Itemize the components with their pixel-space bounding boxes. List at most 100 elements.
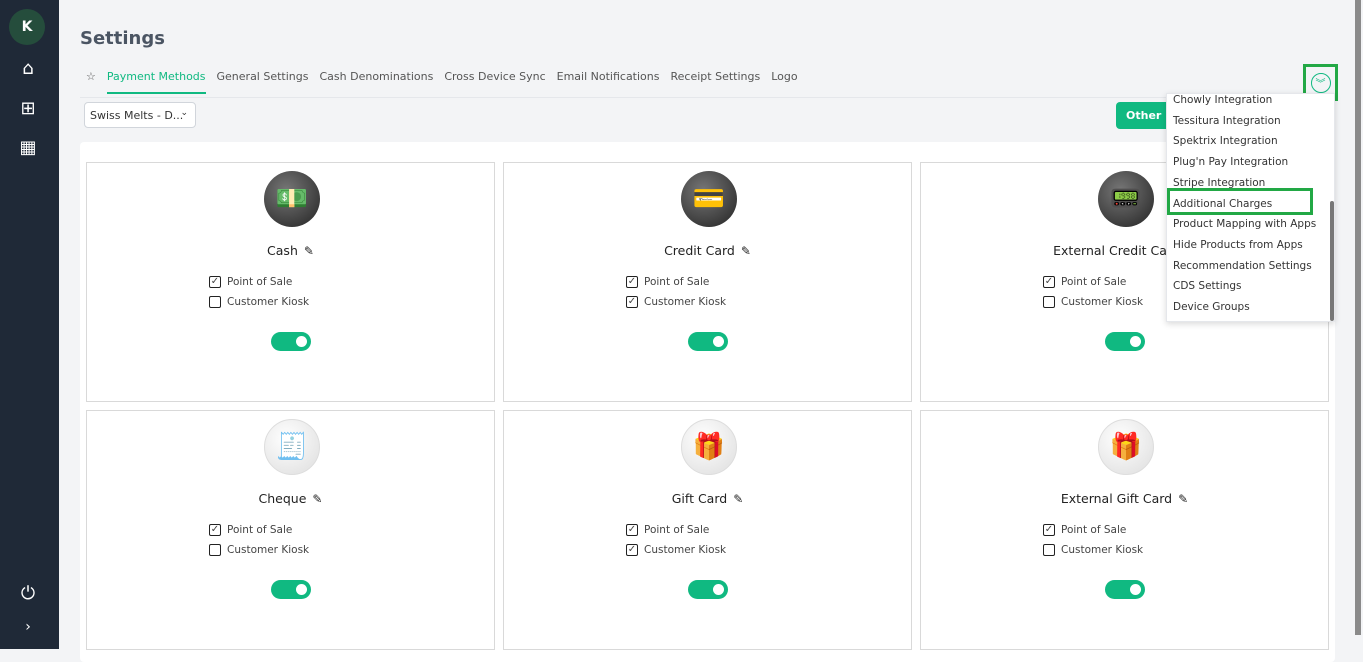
edit-icon[interactable]: ✎	[312, 492, 322, 506]
edit-icon[interactable]: ✎	[304, 244, 314, 258]
star-icon[interactable]: ☆	[86, 70, 96, 94]
page-scrollbar[interactable]	[1355, 0, 1361, 635]
payment-method-image: 🎁	[681, 419, 737, 475]
checkbox[interactable]	[209, 296, 221, 308]
chevron-down-icon: ⌄	[180, 108, 188, 118]
payment-method-name: Gift Card	[671, 491, 728, 506]
checkbox[interactable]: ✓	[626, 524, 638, 536]
tab-cash-denominations[interactable]: Cash Denominations	[319, 70, 433, 94]
kiosk-label: Customer Kiosk	[1061, 296, 1144, 308]
kiosk-checkbox[interactable]: Customer Kiosk	[1043, 296, 1143, 308]
tab-payment-methods[interactable]: Payment Methods	[106, 70, 206, 94]
checkbox[interactable]	[209, 544, 221, 556]
tab-email-notifications[interactable]: Email Notifications	[557, 70, 660, 94]
payment-methods-panel: 💵 Cash ✎ ✓ Point of Sale Customer Kiosk 💳 …	[80, 142, 1335, 662]
kiosk-label: Customer Kiosk	[644, 296, 727, 308]
pos-checkbox[interactable]: ✓ Point of Sale	[1043, 276, 1126, 288]
enable-toggle[interactable]	[688, 332, 728, 351]
payment-method-name: Cheque	[258, 491, 307, 506]
dropdown-item[interactable]: Hide Products from Apps	[1173, 239, 1303, 251]
tab-receipt-settings[interactable]: Receipt Settings	[671, 70, 761, 94]
page-title: Settings	[80, 28, 165, 49]
payment-method-image: 📟	[1098, 171, 1154, 227]
pos-checkbox[interactable]: ✓ Point of Sale	[209, 524, 292, 536]
avatar[interactable]: K	[9, 9, 45, 45]
store-select[interactable]: Swiss Melts - D... ⌄	[84, 102, 196, 128]
payment-method-image: 🧾	[264, 419, 320, 475]
dropdown-item[interactable]: Stripe Integration	[1173, 177, 1265, 189]
payment-method-name: External Gift Card	[1060, 491, 1173, 506]
kiosk-checkbox[interactable]: Customer Kiosk	[209, 296, 309, 308]
dropdown-item[interactable]: Chowly Integration	[1173, 94, 1272, 106]
dropdown-item[interactable]: Spektrix Integration	[1173, 135, 1278, 147]
pos-checkbox[interactable]: ✓ Point of Sale	[626, 524, 709, 536]
payment-method-card: 💵 Cash ✎ ✓ Point of Sale Customer Kiosk	[86, 162, 495, 402]
payment-method-card: 🎁 Gift Card ✎ ✓ Point of Sale ✓ Customer Ki…	[503, 410, 912, 650]
edit-icon[interactable]: ✎	[733, 492, 743, 506]
checkbox[interactable]: ✓	[1043, 276, 1055, 288]
dropdown-item[interactable]: Recommendation Settings	[1173, 260, 1312, 272]
enable-toggle[interactable]	[271, 580, 311, 599]
checkbox[interactable]: ✓	[209, 524, 221, 536]
enable-toggle[interactable]	[1105, 332, 1145, 351]
pos-checkbox[interactable]: ✓ Point of Sale	[1043, 524, 1126, 536]
dropdown-item[interactable]: Product Mapping with Apps	[1173, 218, 1316, 230]
kiosk-label: Customer Kiosk	[644, 544, 727, 556]
kiosk-checkbox[interactable]: ✓ Customer Kiosk	[626, 544, 726, 556]
payment-method-image: 🎁	[1098, 419, 1154, 475]
kiosk-checkbox[interactable]: ✓ Customer Kiosk	[626, 296, 726, 308]
dropdown-item[interactable]: Additional Charges	[1173, 198, 1272, 210]
kiosk-label: Customer Kiosk	[1061, 544, 1144, 556]
dropdown-item[interactable]: Plug'n Pay Integration	[1173, 156, 1288, 168]
pos-label: Point of Sale	[644, 524, 710, 536]
tab-cross-device-sync[interactable]: Cross Device Sync	[444, 70, 545, 94]
pos-label: Point of Sale	[1061, 276, 1127, 288]
more-tabs-dropdown: Chowly Integration Tessitura Integration S…	[1166, 93, 1335, 322]
store-select-value: Swiss Melts - D...	[90, 109, 184, 122]
payment-method-card: 🧾 Cheque ✎ ✓ Point of Sale Customer Kiosk	[86, 410, 495, 650]
power-icon[interactable]: ⏻	[17, 582, 39, 604]
pos-label: Point of Sale	[227, 524, 293, 536]
payment-method-card: 💳 Credit Card ✎ ✓ Point of Sale ✓ Customer …	[503, 162, 912, 402]
kiosk-label: Customer Kiosk	[227, 296, 310, 308]
checkbox[interactable]	[1043, 544, 1055, 556]
payment-method-card: 🎁 External Gift Card ✎ ✓ Point of Sale Cus…	[920, 410, 1329, 650]
dropdown-item[interactable]: Device Groups	[1173, 301, 1250, 313]
dropdown-scrollbar[interactable]	[1330, 201, 1334, 321]
payment-method-name: Cash	[267, 243, 298, 258]
checkbox[interactable]: ✓	[626, 544, 638, 556]
checkbox[interactable]: ✓	[209, 276, 221, 288]
enable-toggle[interactable]	[1105, 580, 1145, 599]
pos-checkbox[interactable]: ✓ Point of Sale	[209, 276, 292, 288]
payment-method-image: 💵	[264, 171, 320, 227]
checkbox[interactable]: ✓	[626, 296, 638, 308]
tab-general-settings[interactable]: General Settings	[217, 70, 309, 94]
dropdown-item[interactable]: Tessitura Integration	[1173, 115, 1281, 127]
edit-icon[interactable]: ✎	[741, 244, 751, 258]
gift-icon[interactable]: ⊞	[17, 97, 39, 119]
checkbox[interactable]	[1043, 296, 1055, 308]
tab-bar: ☆ Payment Methods General Settings Cash De…	[86, 70, 798, 94]
pos-checkbox[interactable]: ✓ Point of Sale	[626, 276, 709, 288]
payment-method-name: External Credit Card	[1053, 243, 1180, 258]
pos-label: Point of Sale	[227, 276, 293, 288]
checkbox[interactable]: ✓	[1043, 524, 1055, 536]
payment-method-name: Credit Card	[664, 243, 735, 258]
kiosk-checkbox[interactable]: Customer Kiosk	[1043, 544, 1143, 556]
enable-toggle[interactable]	[271, 332, 311, 351]
kiosk-label: Customer Kiosk	[227, 544, 310, 556]
checkbox[interactable]: ✓	[626, 276, 638, 288]
enable-toggle[interactable]	[688, 580, 728, 599]
tab-divider	[80, 97, 1335, 98]
chevron-right-icon[interactable]: ›	[17, 616, 39, 638]
kiosk-checkbox[interactable]: Customer Kiosk	[209, 544, 309, 556]
pos-label: Point of Sale	[644, 276, 710, 288]
home-icon[interactable]: ⌂	[17, 57, 39, 79]
tab-logo[interactable]: Logo	[771, 70, 797, 94]
edit-icon[interactable]: ✎	[1178, 492, 1188, 506]
payment-method-image: 💳	[681, 171, 737, 227]
pos-label: Point of Sale	[1061, 524, 1127, 536]
double-chevron-down-icon: ︾	[1310, 72, 1331, 93]
dropdown-item[interactable]: CDS Settings	[1173, 280, 1242, 292]
store-icon[interactable]: ▦	[17, 136, 39, 158]
